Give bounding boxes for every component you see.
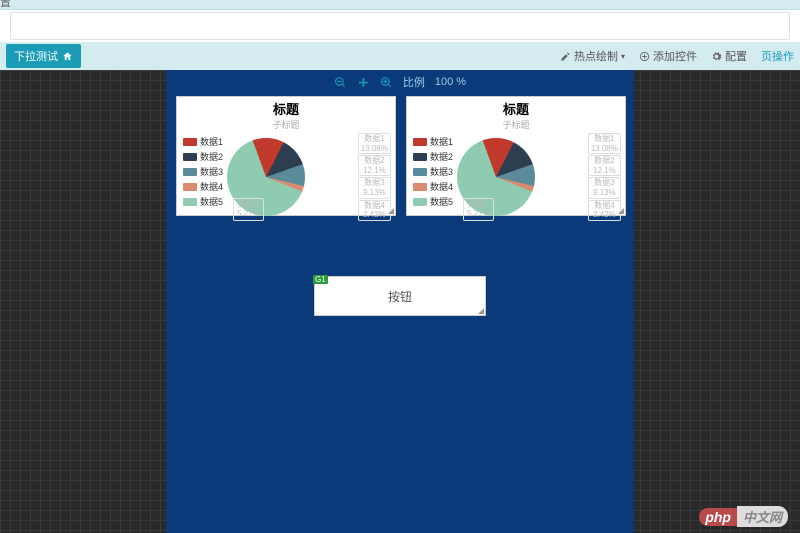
- chart-subtitle: 子标题: [407, 118, 625, 131]
- add-widget-button[interactable]: 添加控件: [639, 48, 697, 64]
- header-char: 置: [0, 0, 11, 10]
- pie-slice-label: 数据113.08%: [358, 133, 391, 154]
- legend-item: 数据2: [413, 150, 457, 163]
- widget-badge: G1: [313, 275, 328, 284]
- pie-slice-label: 数据113.08%: [588, 133, 621, 154]
- legend-item: 数据3: [183, 165, 227, 178]
- pie-big-label: 数据5 5.27%: [233, 198, 264, 221]
- workspace[interactable]: 比例 100 % 标题 子标题 数据1 数据2 数据3 数据4 数据5 数据113.08…: [0, 70, 800, 533]
- gear-icon: [711, 51, 722, 62]
- legend-item: 数据3: [413, 165, 457, 178]
- zoom-in-icon[interactable]: [380, 76, 393, 89]
- pie-slice-label: 数据212.1%: [588, 155, 621, 176]
- legend-item: 数据4: [413, 180, 457, 193]
- pie-chart-widget-2[interactable]: 标题 子标题 数据1 数据2 数据3 数据4 数据5 数据113.08%数据212.1%…: [406, 96, 626, 216]
- pie-wrap: 数据113.08%数据212.1%数据39.13%数据42.42% 数据5 5.…: [227, 131, 395, 223]
- watermark: php 中文网: [699, 506, 788, 527]
- button-widget-label: 按钮: [388, 288, 412, 305]
- hotspot-draw-button[interactable]: 热点绘制 ▾: [560, 48, 625, 64]
- legend-item: 数据1: [183, 135, 227, 148]
- chart-body: 数据1 数据2 数据3 数据4 数据5 数据113.08%数据212.1%数据39.13…: [407, 131, 625, 223]
- pie-wrap: 数据113.08%数据212.1%数据39.13%数据42.42% 数据5 5.…: [457, 131, 625, 223]
- legend-item: 数据5: [183, 195, 227, 208]
- chart-legend: 数据1 数据2 数据3 数据4 数据5: [177, 131, 227, 223]
- resize-handle-icon[interactable]: [386, 206, 394, 214]
- resize-handle-icon[interactable]: [476, 306, 484, 314]
- legend-item: 数据2: [183, 150, 227, 163]
- pie-chart-widget-1[interactable]: 标题 子标题 数据1 数据2 数据3 数据4 数据5 数据113.08%数据212.1%…: [176, 96, 396, 216]
- plus-circle-icon: [639, 51, 650, 62]
- chart-body: 数据1 数据2 数据3 数据4 数据5 数据113.08%数据212.1%数据39.13…: [177, 131, 395, 223]
- config-button[interactable]: 配置: [711, 48, 747, 64]
- zoom-out-icon[interactable]: [334, 76, 347, 89]
- zoom-controls: 比例 100 %: [334, 74, 466, 90]
- watermark-left: php: [699, 508, 737, 526]
- config-label: 配置: [725, 48, 747, 64]
- add-widget-label: 添加控件: [653, 48, 697, 64]
- zoom-value: 100 %: [435, 76, 466, 88]
- address-bar[interactable]: [10, 12, 790, 40]
- pie-slice-label: 数据39.13%: [588, 177, 621, 198]
- chart-title: 标题: [177, 97, 395, 118]
- edit-icon: [560, 51, 571, 62]
- toolbar: 下拉测试 热点绘制 ▾ 添加控件 配置 页操作: [0, 42, 800, 70]
- zoom-label: 比例: [403, 74, 425, 90]
- dropdown-caret-icon: ▾: [621, 52, 625, 61]
- page-ops-button[interactable]: 页操作: [761, 48, 794, 64]
- toolbar-right: 热点绘制 ▾ 添加控件 配置 页操作: [560, 48, 794, 64]
- legend-item: 数据1: [413, 135, 457, 148]
- chart-legend: 数据1 数据2 数据3 数据4 数据5: [407, 131, 457, 223]
- legend-item: 数据5: [413, 195, 457, 208]
- home-icon: [62, 51, 73, 62]
- chart-subtitle: 子标题: [177, 118, 395, 131]
- hotspot-label: 热点绘制: [574, 48, 618, 64]
- watermark-right: 中文网: [737, 506, 788, 527]
- pie-slice-label: 数据212.1%: [358, 155, 391, 176]
- dropdown-test-button[interactable]: 下拉测试: [6, 44, 81, 68]
- resize-handle-icon[interactable]: [616, 206, 624, 214]
- zoom-plus-icon[interactable]: [357, 76, 370, 89]
- chart-title: 标题: [407, 97, 625, 118]
- page-ops-label: 页操作: [761, 48, 794, 64]
- header-strip: 置: [0, 0, 800, 10]
- pie-slice-label: 数据39.13%: [358, 177, 391, 198]
- pie-big-label: 数据5 5.27%: [463, 198, 494, 221]
- button-widget[interactable]: G1 按钮: [314, 276, 486, 316]
- design-canvas[interactable]: 比例 100 % 标题 子标题 数据1 数据2 数据3 数据4 数据5 数据113.08…: [166, 70, 634, 533]
- dropdown-test-label: 下拉测试: [14, 48, 58, 64]
- legend-item: 数据4: [183, 180, 227, 193]
